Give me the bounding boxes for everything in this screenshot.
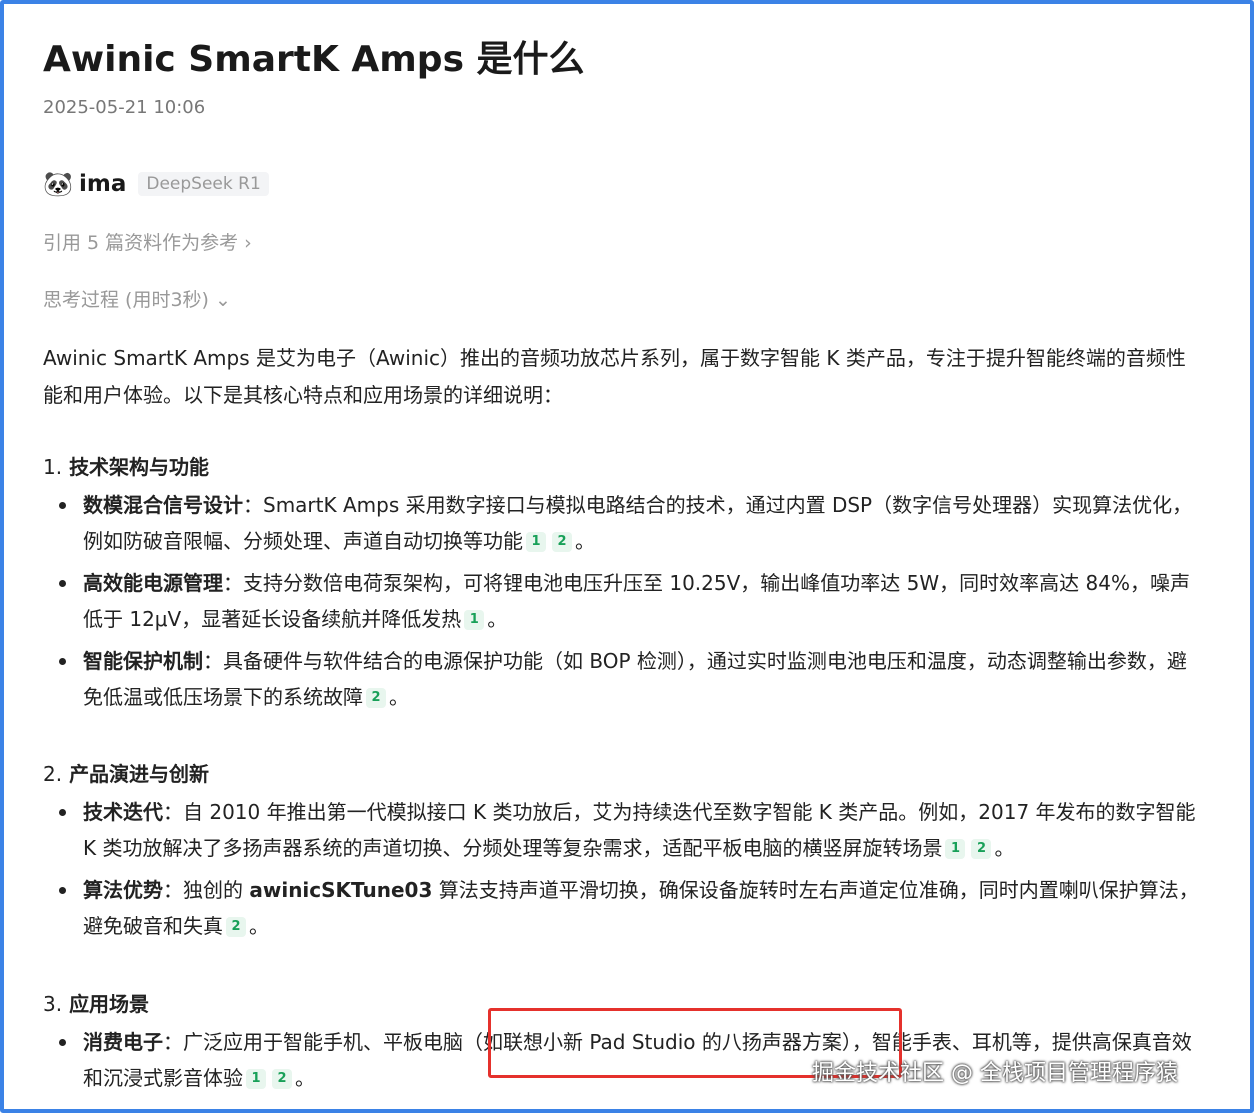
- bullet-list: 技术迭代：自 2010 年推出第一代模拟接口 K 类功放后，艾为持续迭代至数字智…: [43, 794, 1203, 944]
- thinking-toggle[interactable]: 思考过程 (用时3秒) ⌄: [43, 285, 231, 312]
- citation-badge[interactable]: 1: [464, 610, 485, 630]
- chevron-right-icon: ›: [244, 232, 252, 254]
- citation-badge[interactable]: 1: [246, 1069, 266, 1089]
- citation-badge[interactable]: 2: [226, 917, 246, 937]
- timestamp: 2025-05-21 10:06: [43, 97, 206, 118]
- section-heading: 2. 产品演进与创新: [43, 762, 210, 786]
- model-badge: DeepSeek R1: [138, 172, 269, 196]
- list-item: 智能保护机制：具备硬件与软件结合的电源保护功能（如 BOP 检测），通过实时监测…: [43, 643, 1203, 715]
- list-item: 技术迭代：自 2010 年推出第一代模拟接口 K 类功放后，艾为持续迭代至数字智…: [43, 794, 1203, 866]
- list-item: 数模混合信号设计：SmartK Amps 采用数字接口与模拟电路结合的技术，通过…: [43, 487, 1203, 559]
- intro-paragraph: Awinic SmartK Amps 是艾为电子（Awinic）推出的音频功放芯…: [43, 346, 1186, 407]
- chevron-down-icon: ⌄: [214, 289, 231, 311]
- list-item: 算法优势：独创的 awinicSKTune03 算法支持声道平滑切换，确保设备旋…: [43, 872, 1203, 944]
- references-link[interactable]: 引用 5 篇资料作为参考 ›: [43, 228, 252, 255]
- section-2: 2. 产品演进与创新 技术迭代：自 2010 年推出第一代模拟接口 K 类功放后…: [43, 760, 1203, 944]
- author-row: 🐼 ima DeepSeek R1: [43, 168, 269, 200]
- author-name: ima: [79, 171, 127, 197]
- citation-badge[interactable]: 2: [971, 839, 992, 859]
- section-heading: 1. 技术架构与功能: [43, 455, 210, 479]
- bullet-list: 数模混合信号设计：SmartK Amps 采用数字接口与模拟电路结合的技术，通过…: [43, 487, 1203, 715]
- citation-badge[interactable]: 2: [272, 1069, 292, 1089]
- panda-icon: 🐼: [43, 170, 73, 198]
- section-heading: 3. 应用场景: [43, 992, 150, 1016]
- thinking-label: 思考过程 (用时3秒): [43, 289, 209, 311]
- citation-badge[interactable]: 1: [945, 839, 966, 859]
- list-item: 高效能电源管理：支持分数倍电荷泵架构，可将锂电池电压升压至 10.25V，输出峰…: [43, 565, 1203, 637]
- citation-badge[interactable]: 2: [366, 688, 386, 708]
- citation-badge[interactable]: 1: [526, 532, 546, 552]
- watermark: 掘金技术社区 @ 全栈项目管理程序猿: [812, 1061, 1178, 1086]
- references-label: 引用 5 篇资料作为参考: [43, 232, 239, 254]
- page-title: Awinic SmartK Amps 是什么: [43, 39, 585, 80]
- section-1: 1. 技术架构与功能 数模混合信号设计：SmartK Amps 采用数字接口与模…: [43, 453, 1203, 715]
- citation-badge[interactable]: 2: [552, 532, 572, 552]
